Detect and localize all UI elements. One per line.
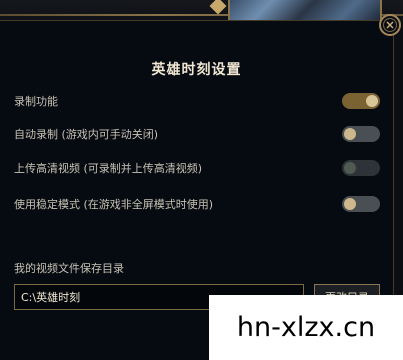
auto-record-toggle[interactable] bbox=[342, 126, 380, 142]
setting-label: 上传高清视频 (可录制并上传高清视频) bbox=[14, 162, 203, 175]
screen: 英雄时刻设置 录制功能 自动录制 (游戏内可手动关闭) 上传高清视频 (可录制并… bbox=[0, 0, 403, 360]
setting-row-recording: 录制功能 bbox=[14, 91, 380, 111]
setting-row-auto-record: 自动录制 (游戏内可手动关闭) bbox=[14, 124, 380, 144]
setting-row-stable-mode: 使用稳定模式 (在游戏非全屏模式时使用) bbox=[14, 194, 380, 214]
close-button[interactable] bbox=[379, 14, 401, 36]
watermark-text: hn-xlzx.cn bbox=[236, 312, 376, 343]
hd-upload-toggle[interactable] bbox=[342, 160, 380, 176]
setting-row-hd-upload: 上传高清视频 (可录制并上传高清视频) bbox=[14, 158, 380, 178]
toggle-knob bbox=[344, 162, 356, 174]
background-artwork bbox=[228, 0, 382, 22]
stable-mode-toggle[interactable] bbox=[342, 196, 380, 212]
setting-label: 录制功能 bbox=[14, 95, 58, 108]
setting-label: 自动录制 (游戏内可手动关闭) bbox=[14, 128, 159, 141]
setting-label: 使用稳定模式 (在游戏非全屏模式时使用) bbox=[14, 198, 214, 211]
toggle-knob bbox=[344, 128, 356, 140]
dialog-title: 英雄时刻设置 bbox=[151, 62, 242, 78]
recording-toggle[interactable] bbox=[342, 93, 380, 109]
toggle-knob bbox=[344, 198, 356, 210]
close-icon bbox=[383, 18, 397, 32]
save-folder-label: 我的视频文件保存目录 bbox=[14, 262, 124, 275]
toggle-knob bbox=[366, 95, 378, 107]
watermark: hn-xlzx.cn bbox=[209, 295, 403, 360]
